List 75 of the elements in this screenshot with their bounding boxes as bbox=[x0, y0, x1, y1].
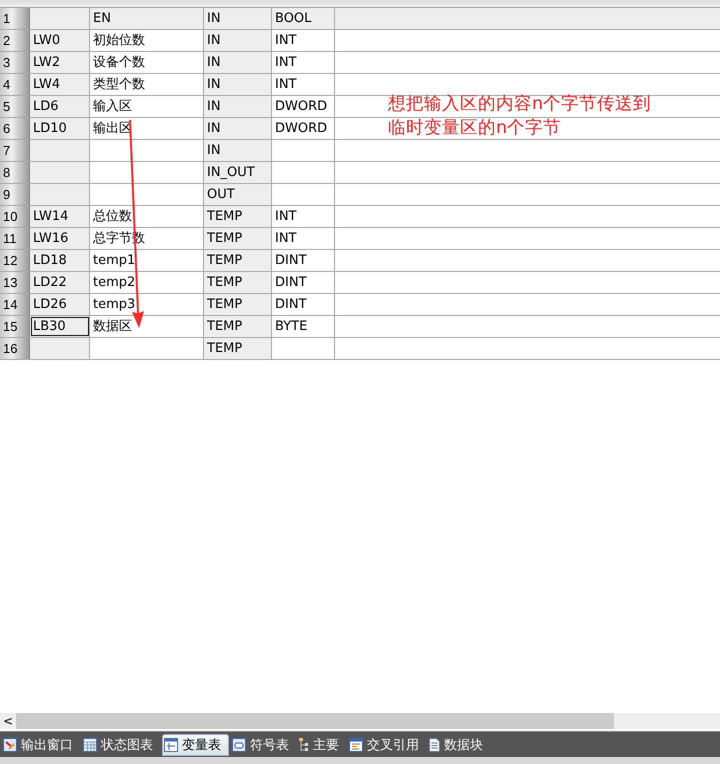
table-cell: DWORD bbox=[272, 118, 335, 139]
table-cell: EN bbox=[90, 8, 204, 29]
horizontal-scrollbar[interactable]: < bbox=[0, 713, 720, 729]
tab[interactable]: 状态图表 bbox=[82, 734, 160, 756]
annotation-text: 想把输入区的内容n个字节传送到 bbox=[388, 93, 652, 116]
tab[interactable]: 主要 bbox=[298, 734, 346, 756]
tab[interactable]: 交叉引用 bbox=[348, 734, 426, 756]
table-cell: IN bbox=[204, 52, 272, 73]
row-number: 12 bbox=[0, 250, 30, 271]
tab[interactable]: 输出窗口 bbox=[2, 734, 80, 756]
row-number: 9 bbox=[0, 184, 30, 205]
table-cell: LD18 bbox=[30, 250, 90, 271]
table-cell: DINT bbox=[272, 272, 335, 293]
table-cell: IN bbox=[204, 8, 272, 29]
table-cell: LW4 bbox=[30, 74, 90, 95]
scroll-left-button[interactable]: < bbox=[0, 714, 16, 728]
table-cell: IN bbox=[204, 74, 272, 95]
table-cell: IN_OUT bbox=[204, 162, 272, 183]
table-cell: TEMP bbox=[204, 272, 272, 293]
table-cell: TEMP bbox=[204, 316, 272, 337]
row-number: 2 bbox=[0, 30, 30, 51]
table-cell: TEMP bbox=[204, 228, 272, 249]
selected-cell[interactable]: LB30 bbox=[30, 316, 90, 337]
list-icon bbox=[349, 738, 363, 752]
table-cell: LW14 bbox=[30, 206, 90, 227]
table-icon bbox=[232, 738, 246, 752]
document-icon bbox=[429, 738, 440, 752]
table-cell: DINT bbox=[272, 250, 335, 271]
table-cell: LW2 bbox=[30, 52, 90, 73]
table-cell: DINT bbox=[272, 294, 335, 315]
tab[interactable]: 数据块 bbox=[428, 734, 490, 756]
row-number: 14 bbox=[0, 294, 30, 315]
row-number: 16 bbox=[0, 338, 30, 359]
table-cell: INT bbox=[272, 30, 335, 51]
row-number: 1 bbox=[0, 8, 30, 29]
row-number: 10 bbox=[0, 206, 30, 227]
row-number: 8 bbox=[0, 162, 30, 183]
table-cell: LD6 bbox=[30, 96, 90, 117]
table-cell: INT bbox=[272, 206, 335, 227]
row-number: 3 bbox=[0, 52, 30, 73]
table-cell: IN bbox=[204, 118, 272, 139]
tree-icon bbox=[299, 738, 309, 752]
table-cell: LW0 bbox=[30, 30, 90, 51]
table-cell: BOOL bbox=[272, 8, 335, 29]
annotation-text: 临时变量区的n个字节 bbox=[388, 117, 562, 140]
window-icon bbox=[3, 738, 17, 752]
table-cell: INT bbox=[272, 228, 335, 249]
tab[interactable]: 变量表 bbox=[162, 734, 229, 756]
row-number: 4 bbox=[0, 74, 30, 95]
grid-icon bbox=[83, 738, 97, 752]
tab[interactable]: 符号表 bbox=[231, 734, 296, 756]
table-cell: LD10 bbox=[30, 118, 90, 139]
table-cell: TEMP bbox=[204, 206, 272, 227]
table-cell: LW16 bbox=[30, 228, 90, 249]
table-icon bbox=[164, 738, 178, 752]
table-cell: TEMP bbox=[204, 294, 272, 315]
row-number: 11 bbox=[0, 228, 30, 249]
table-cell: TEMP bbox=[204, 250, 272, 271]
table-cell: IN bbox=[204, 30, 272, 51]
table-cell: LD22 bbox=[30, 272, 90, 293]
table-cell: INT bbox=[272, 52, 335, 73]
table-cell: LD26 bbox=[30, 294, 90, 315]
table-cell: INT bbox=[272, 74, 335, 95]
row-number: 5 bbox=[0, 96, 30, 117]
table-cell: IN bbox=[204, 140, 272, 161]
table-cell: TEMP bbox=[204, 338, 272, 359]
row-number: 6 bbox=[0, 118, 30, 139]
table-cell: BYTE bbox=[272, 316, 335, 337]
row-number: 15 bbox=[0, 316, 30, 337]
table-cell: OUT bbox=[204, 184, 272, 205]
row-number: 13 bbox=[0, 272, 30, 293]
table-cell: IN bbox=[204, 96, 272, 117]
scrollbar-thumb[interactable] bbox=[16, 713, 614, 729]
table-cell: DWORD bbox=[272, 96, 335, 117]
row-number: 7 bbox=[0, 140, 30, 161]
